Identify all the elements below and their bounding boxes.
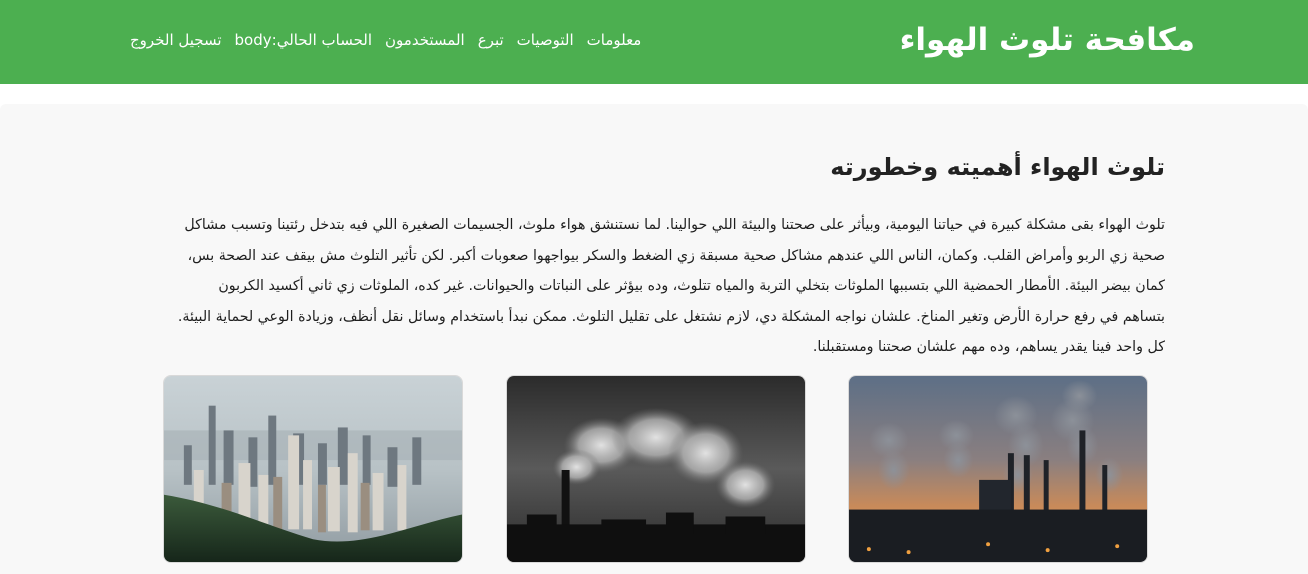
nav-link-recommendations[interactable]: التوصيات (517, 27, 574, 53)
main-nav: معلومات التوصيات تبرع المستخدمون الحساب … (130, 27, 641, 53)
nav-link-donate[interactable]: تبرع (478, 27, 504, 53)
article-body: تلوث الهواء بقى مشكلة كبيرة في حياتنا ال… (177, 217, 1165, 355)
factory-sunset-image (848, 375, 1148, 563)
smoke-plume-image (506, 375, 806, 563)
main-content: تلوث الهواء أهميته وخطورته تلوث الهواء ب… (0, 104, 1308, 574)
top-navbar: مكافحة تلوث الهواء معلومات التوصيات تبرع… (0, 0, 1308, 84)
article-title: تلوث الهواء أهميته وخطورته (830, 153, 1165, 181)
nav-link-logout[interactable]: تسجيل الخروج (130, 27, 222, 53)
site-brand[interactable]: مكافحة تلوث الهواء (900, 18, 1195, 62)
image-gallery (163, 375, 1148, 565)
smoggy-city-image (163, 375, 463, 563)
nav-link-info[interactable]: معلومات (587, 27, 642, 53)
nav-link-current-account[interactable]: الحساب الحالي:body (235, 27, 373, 53)
nav-link-users[interactable]: المستخدمون (385, 27, 465, 53)
